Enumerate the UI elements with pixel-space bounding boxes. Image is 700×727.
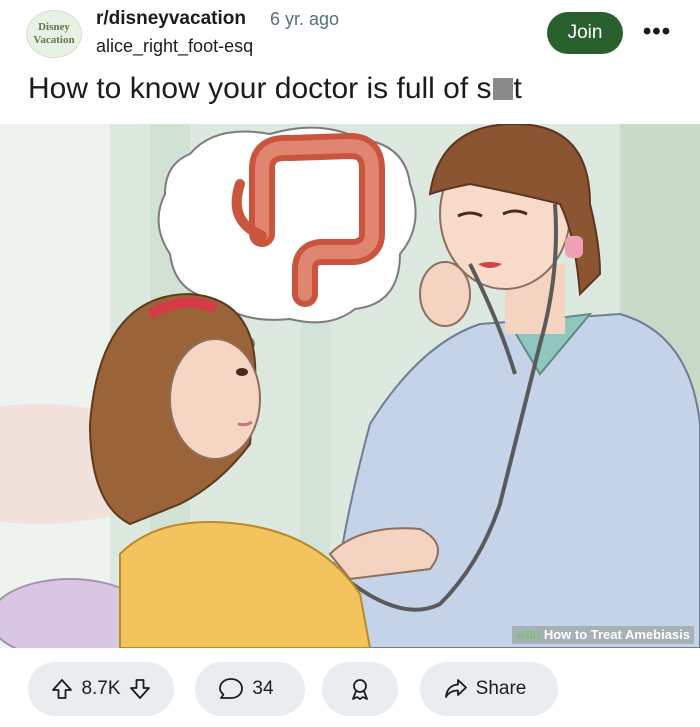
illustration [0, 124, 700, 648]
post-author[interactable]: alice_right_foot-esq [96, 36, 253, 57]
award-icon [348, 677, 372, 701]
post-action-bar: 8.7K 34 Share [0, 650, 700, 727]
arrow-down-icon[interactable] [129, 678, 151, 700]
more-options-icon[interactable]: ••• [640, 16, 674, 48]
image-watermark: wiki How to Treat Amebiasis [512, 626, 694, 644]
avatar-text-line1: Disney [38, 21, 70, 33]
award-button[interactable] [322, 662, 398, 716]
share-icon [444, 678, 468, 700]
share-label: Share [475, 678, 527, 699]
watermark-text: How to Treat Amebiasis [543, 627, 690, 642]
post-age: 6 yr. ago [270, 9, 340, 29]
subreddit-avatar[interactable]: Disney Vacation [26, 10, 82, 58]
share-button[interactable]: Share [420, 662, 558, 716]
post-header: Disney Vacation r/disneyvacation 6 yr. a… [0, 0, 700, 70]
vote-count: 8.7K [81, 678, 121, 699]
title-text-prefix: How to know your doctor is full of s [28, 72, 492, 105]
post-image[interactable]: wiki How to Treat Amebiasis [0, 124, 700, 648]
comments-button[interactable]: 34 [195, 662, 305, 716]
arrow-up-icon[interactable] [51, 678, 73, 700]
watermark-brand: wiki [516, 627, 541, 642]
comment-icon [218, 677, 244, 701]
post-title[interactable]: How to know your doctor is full of s t [28, 72, 522, 106]
join-button[interactable]: Join [547, 12, 623, 54]
vote-control: 8.7K [28, 662, 174, 716]
avatar-text-line2: Vacation [33, 34, 75, 46]
title-text-suffix: t [513, 72, 522, 105]
comment-count: 34 [252, 678, 274, 699]
subreddit-name[interactable]: r/disneyvacation [96, 8, 246, 30]
censor-block [492, 78, 513, 100]
